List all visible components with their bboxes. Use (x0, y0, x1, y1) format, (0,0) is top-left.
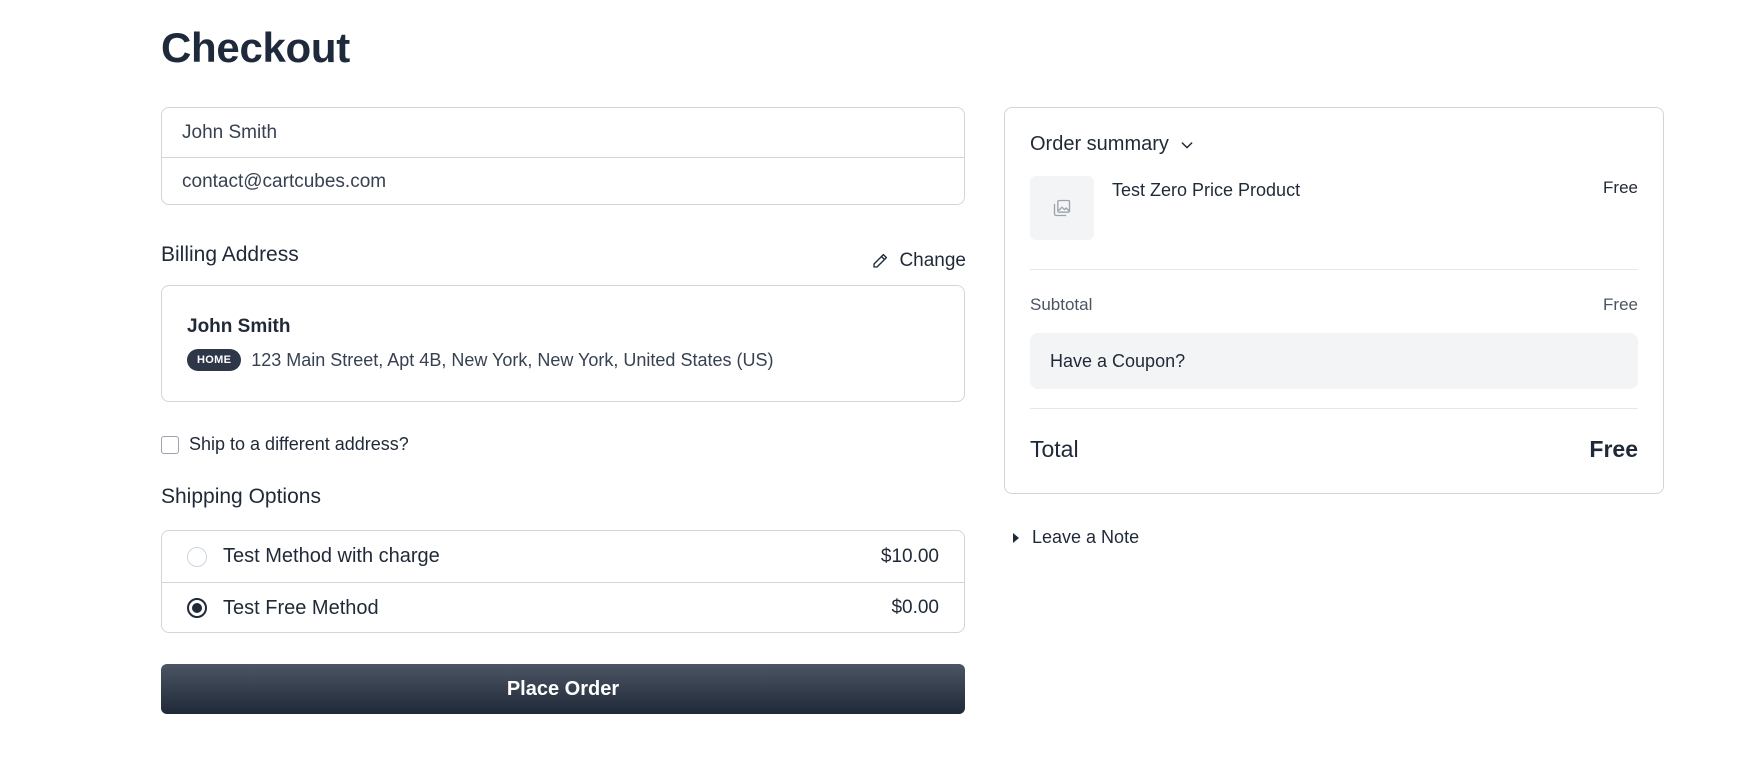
ship-different-address-checkbox[interactable]: Ship to a different address? (161, 434, 409, 455)
image-placeholder-icon (1053, 199, 1071, 217)
divider (1030, 269, 1638, 270)
radio-button[interactable] (187, 546, 207, 567)
shipping-option-free[interactable]: Test Free Method $0.00 (162, 582, 964, 632)
subtotal-label: Subtotal (1030, 295, 1093, 314)
shipping-option-price: $0.00 (891, 597, 939, 618)
contact-info-box: John Smith contact@cartcubes.com (161, 107, 965, 205)
billing-address-card: John Smith HOME 123 Main Street, Apt 4B,… (161, 285, 965, 402)
shipping-options-heading: Shipping Options (161, 485, 321, 508)
order-summary-label: Order summary (1030, 133, 1169, 155)
shipping-option-name: Test Method with charge (223, 545, 440, 567)
ship-different-label: Ship to a different address? (189, 434, 409, 454)
billing-address-line: HOME 123 Main Street, Apt 4B, New York, … (187, 349, 939, 371)
page-title: Checkout (161, 24, 350, 71)
total-label: Total (1030, 436, 1079, 462)
order-summary-panel: Order summary Test Zero Price Product Fr… (1004, 107, 1664, 494)
shipping-options-list: Test Method with charge $10.00 Test Free… (161, 530, 965, 633)
shipping-option-price: $10.00 (880, 545, 939, 567)
coupon-toggle[interactable]: Have a Coupon? (1030, 333, 1638, 389)
billing-name: John Smith (187, 316, 291, 337)
billing-address-heading: Billing Address (161, 243, 299, 266)
checkbox-box[interactable] (161, 435, 179, 454)
contact-email-field[interactable]: contact@cartcubes.com (162, 157, 964, 204)
product-name: Test Zero Price Product (1112, 180, 1301, 200)
leave-note-label: Leave a Note (1032, 527, 1140, 547)
place-order-button[interactable]: Place Order (161, 664, 965, 714)
subtotal-value: Free (1603, 295, 1638, 314)
address-type-badge: HOME (187, 349, 242, 371)
caret-right-icon (1013, 532, 1019, 543)
checkout-page: Checkout John Smith contact@cartcubes.co… (0, 0, 1748, 759)
shipping-option-with-charge[interactable]: Test Method with charge $10.00 (162, 531, 964, 582)
product-price: Free (1603, 178, 1638, 197)
chevron-down-icon (1181, 141, 1193, 148)
billing-address-text: 123 Main Street, Apt 4B, New York, New Y… (251, 349, 774, 370)
leave-note-toggle[interactable]: Leave a Note (1012, 527, 1139, 548)
shipping-option-name: Test Free Method (223, 596, 379, 619)
change-label: Change (899, 250, 966, 271)
order-summary-toggle[interactable]: Order summary (1030, 133, 1195, 156)
product-thumbnail (1030, 176, 1094, 240)
contact-name-field[interactable]: John Smith (162, 108, 964, 157)
change-address-button[interactable]: Change (871, 250, 966, 272)
radio-button-selected[interactable] (187, 598, 207, 618)
divider (1030, 408, 1638, 409)
pencil-icon (873, 253, 888, 268)
total-value: Free (1589, 436, 1638, 462)
